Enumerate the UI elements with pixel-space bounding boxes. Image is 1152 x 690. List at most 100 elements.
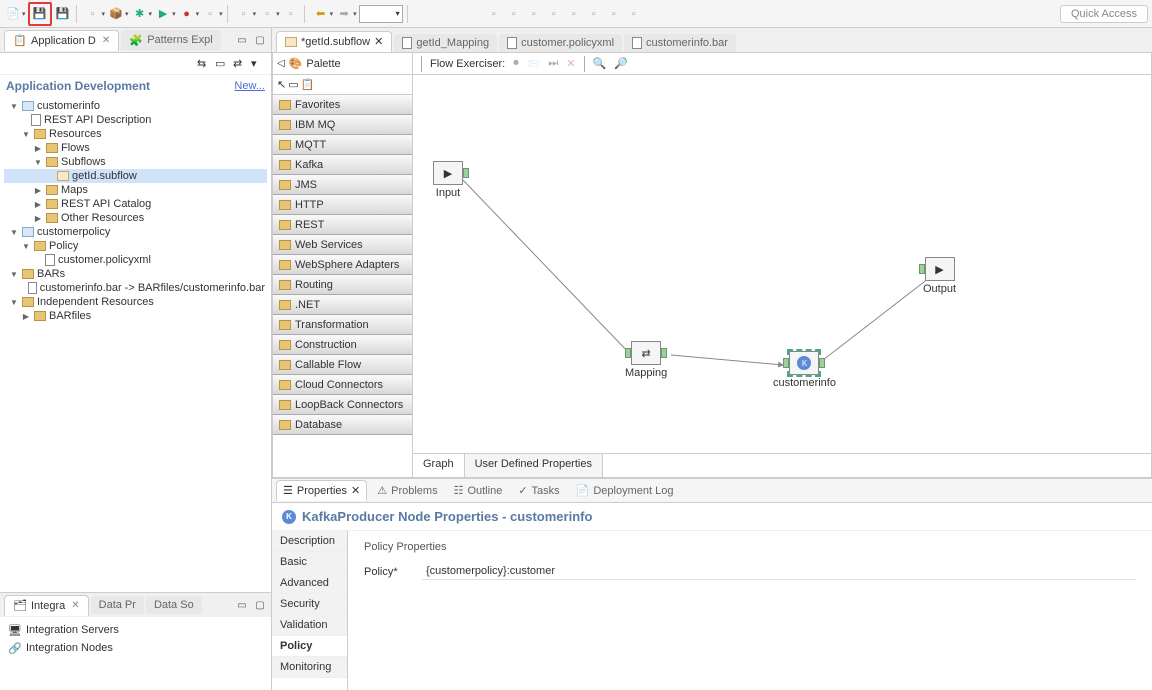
save-all-icon[interactable]: 💾 [54, 5, 72, 23]
dropdown-arrow-icon[interactable]: ▾ [22, 10, 26, 18]
props-nav-item[interactable]: Validation [272, 615, 347, 636]
layout-icon[interactable]: ▫ [545, 5, 563, 23]
tab-dataso[interactable]: Data So [146, 596, 202, 614]
editor-tab-getid-subflow[interactable]: *getId.subflow✕ [276, 31, 392, 52]
dropdown-arrow-icon[interactable]: ▾ [196, 10, 200, 18]
palette-drawer[interactable]: MQTT [273, 135, 412, 155]
palette-drawer[interactable]: REST [273, 215, 412, 235]
zoom-out-icon[interactable]: 🔎 [614, 57, 628, 70]
dropdown-arrow-icon[interactable]: ▾ [149, 10, 153, 18]
editor-tab-getid-mapping[interactable]: getId_Mapping [394, 34, 497, 52]
tree-item-getid-subflow[interactable]: getId.subflow [4, 169, 267, 183]
props-nav-item[interactable]: Description [272, 531, 347, 552]
dropdown-arrow-icon[interactable]: ▾ [219, 10, 223, 18]
close-icon[interactable]: ✕ [71, 600, 79, 611]
palette-drawer[interactable]: Construction [273, 335, 412, 355]
tool-icon[interactable]: ▫ [282, 5, 300, 23]
tab-outline[interactable]: ☷Outline [448, 481, 509, 500]
tab-datapr[interactable]: Data Pr [91, 596, 144, 614]
dropdown-arrow-icon[interactable]: ▾ [125, 10, 129, 18]
marquee-tool-icon[interactable]: ▭ [288, 78, 298, 91]
flow-node-mapping[interactable]: ⇄ Mapping [625, 341, 667, 379]
palette-drawer[interactable]: Favorites [273, 95, 412, 115]
tab-application-dev[interactable]: 📋 Application D ✕ [4, 30, 119, 51]
dropdown-arrow-icon[interactable]: ▾ [102, 10, 106, 18]
forward-icon[interactable]: ➡ [335, 5, 353, 23]
save-icon[interactable]: 💾 [31, 5, 49, 23]
maximize-icon[interactable]: ▢ [253, 598, 267, 612]
menu-icon[interactable]: ▾ [251, 57, 265, 71]
minimize-icon[interactable]: ▭ [235, 33, 249, 47]
tree-item-restapi-catalog[interactable]: ▶REST API Catalog [4, 197, 267, 211]
quick-access-button[interactable]: Quick Access [1060, 5, 1148, 23]
tool-icon[interactable]: ▫ [235, 5, 253, 23]
layout-icon[interactable]: ▫ [505, 5, 523, 23]
tab-deploylog[interactable]: 📄Deployment Log [570, 481, 680, 500]
close-icon[interactable]: ✕ [374, 35, 383, 48]
palette-drawer[interactable]: WebSphere Adapters [273, 255, 412, 275]
tree-item-customerpolicy[interactable]: ▼customerpolicy [4, 225, 267, 239]
tree-item-other-resources[interactable]: ▶Other Resources [4, 211, 267, 225]
palette-drawer[interactable]: Web Services [273, 235, 412, 255]
palette-drawer[interactable]: Transformation [273, 315, 412, 335]
tree-item-resources[interactable]: ▼Resources [4, 127, 267, 141]
palette-drawer[interactable]: Kafka [273, 155, 412, 175]
layout-icon[interactable]: ▫ [625, 5, 643, 23]
integration-servers-item[interactable]: 🖥Integration Servers [6, 621, 265, 639]
back-icon[interactable]: ⬅ [312, 5, 330, 23]
tab-problems[interactable]: ⚠Problems [371, 481, 443, 500]
record-icon[interactable]: ⏺ [513, 57, 519, 70]
send-icon[interactable]: 📨 [527, 57, 541, 70]
tree-item-flows[interactable]: ▶Flows [4, 141, 267, 155]
palette-back-icon[interactable]: ◁ [277, 58, 285, 69]
palette-drawer[interactable]: Routing [273, 275, 412, 295]
dropdown-arrow-icon[interactable]: ▾ [172, 10, 176, 18]
filter-icon[interactable]: ▭ [215, 57, 229, 71]
note-tool-icon[interactable]: 📋 [301, 78, 315, 91]
palette-drawer[interactable]: IBM MQ [273, 115, 412, 135]
dropdown-arrow-icon[interactable]: ▾ [330, 10, 334, 18]
close-icon[interactable]: ✕ [102, 35, 110, 46]
tree-item-independent[interactable]: ▼Independent Resources [4, 295, 267, 309]
step-icon[interactable]: ⏭ [548, 57, 558, 70]
tree-item-maps[interactable]: ▶Maps [4, 183, 267, 197]
flow-node-customerinfo[interactable]: K customerinfo [773, 351, 836, 389]
collapse-icon[interactable]: ⇆ [197, 57, 211, 71]
layout-icon[interactable]: ▫ [525, 5, 543, 23]
zoom-in-icon[interactable]: 🔍 [593, 57, 607, 70]
pointer-tool-icon[interactable]: ↖ [277, 78, 286, 91]
integration-nodes-item[interactable]: 🔗Integration Nodes [6, 639, 265, 657]
new-icon[interactable]: 📄 [4, 5, 22, 23]
tab-patterns-expl[interactable]: 🧩 Patterns Expl [121, 30, 220, 50]
tree-item-customerinfo-bar[interactable]: customerinfo.bar -> BARfiles/customerinf… [4, 281, 267, 295]
tab-tasks[interactable]: ✓Tasks [512, 481, 565, 500]
maximize-icon[interactable]: ▢ [253, 33, 267, 47]
props-nav-item[interactable]: Security [272, 594, 347, 615]
layout-icon[interactable]: ▫ [485, 5, 503, 23]
tree-item-subflows[interactable]: ▼Subflows [4, 155, 267, 169]
palette-drawer[interactable]: Callable Flow [273, 355, 412, 375]
palette-drawer[interactable]: JMS [273, 175, 412, 195]
flow-canvas[interactable]: ▶ Input ⇄ Mapping K customerinfo ▶ Outpu… [413, 75, 1151, 453]
tool-icon[interactable]: ▫ [84, 5, 102, 23]
props-nav-item[interactable]: Policy [272, 636, 347, 657]
tree-item-customerinfo[interactable]: ▼customerinfo [4, 99, 267, 113]
run-config-icon[interactable]: ● [178, 5, 196, 23]
tab-properties[interactable]: ☰Properties✕ [276, 480, 367, 501]
tree-item-barfiles[interactable]: ▶BARfiles [4, 309, 267, 323]
package-icon[interactable]: 📦 [107, 5, 125, 23]
props-nav-item[interactable]: Basic [272, 552, 347, 573]
props-nav-item[interactable]: Advanced [272, 573, 347, 594]
layout-icon[interactable]: ▫ [585, 5, 603, 23]
flow-node-output[interactable]: ▶ Output [923, 257, 956, 295]
props-nav-item[interactable]: Monitoring [272, 657, 347, 678]
flow-node-input[interactable]: ▶ Input [433, 161, 463, 199]
tool-icon[interactable]: ▫ [258, 5, 276, 23]
layout-icon[interactable]: ▫ [605, 5, 623, 23]
editor-tab-customerinfo-bar[interactable]: customerinfo.bar [624, 34, 736, 52]
dropdown-arrow-icon[interactable]: ▾ [253, 10, 257, 18]
tree-item-bars[interactable]: ▼BARs [4, 267, 267, 281]
run-icon[interactable]: ▶ [154, 5, 172, 23]
policy-value-field[interactable]: {customerpolicy}:customer [422, 563, 1136, 580]
link-icon[interactable]: ⇄ [233, 57, 247, 71]
